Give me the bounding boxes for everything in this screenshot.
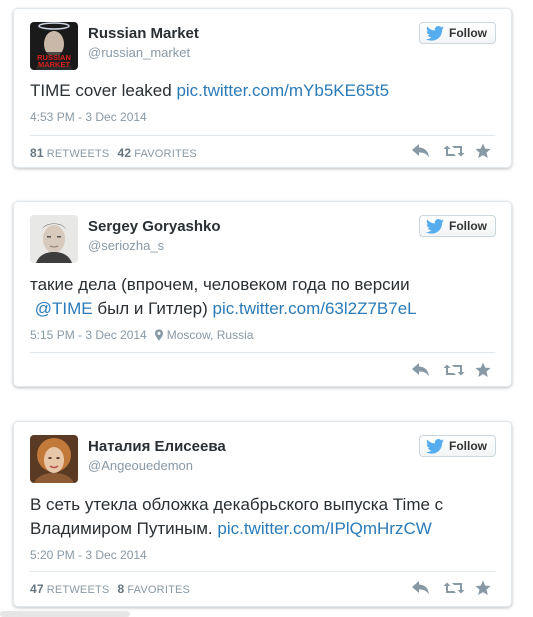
follow-label: Follow bbox=[449, 439, 487, 453]
follow-label: Follow bbox=[449, 26, 487, 40]
avatar-image bbox=[30, 215, 78, 263]
timestamp[interactable]: 5:15 PM - 3 Dec 2014 bbox=[30, 328, 147, 342]
reply-icon[interactable] bbox=[411, 580, 431, 596]
tweet-card: RUSSIAN MARKET Russian Market @russian_m… bbox=[13, 8, 512, 168]
avatar-image bbox=[30, 435, 78, 483]
favorites-label: FAVORITES bbox=[134, 148, 197, 160]
avatar[interactable] bbox=[30, 435, 78, 483]
reply-icon[interactable] bbox=[411, 143, 431, 159]
tweet-link[interactable]: pic.twitter.com/mYb5KE65t5 bbox=[176, 81, 389, 100]
tweet-text: TIME cover leaked pic.twitter.com/mYb5KE… bbox=[30, 79, 495, 103]
favorite-count: 8 bbox=[117, 582, 125, 596]
retweets-label: RETWEETS bbox=[46, 584, 110, 596]
user-handle[interactable]: @seriozha_s bbox=[88, 238, 164, 253]
timestamp[interactable]: 5:20 PM - 3 Dec 2014 bbox=[30, 548, 147, 562]
twitter-bird-icon bbox=[426, 219, 444, 234]
divider bbox=[30, 571, 495, 572]
tweet-stats: 81 RETWEETS 42 FAVORITES bbox=[30, 146, 197, 160]
tweet-text-plain: TIME cover leaked bbox=[30, 81, 177, 100]
tweet-text: В сеть утекла обложка декабрьского выпус… bbox=[30, 493, 495, 541]
mention-link[interactable]: @TIME bbox=[35, 299, 93, 318]
avatar[interactable] bbox=[30, 215, 78, 263]
avatar[interactable]: RUSSIAN MARKET bbox=[30, 22, 78, 70]
favorite-star-icon[interactable] bbox=[475, 143, 495, 159]
tweet-text-line: Владимиром Путиным. pic.twitter.com/IPlQ… bbox=[30, 517, 495, 541]
horizontal-scrollbar[interactable] bbox=[0, 611, 130, 617]
retweet-icon[interactable] bbox=[443, 580, 463, 596]
tweet-text: такие дела (впрочем, человеком года по в… bbox=[30, 273, 495, 321]
tweet-meta: 5:15 PM - 3 Dec 2014 Moscow, Russia bbox=[30, 328, 253, 342]
avatar-image: RUSSIAN MARKET bbox=[30, 22, 78, 70]
retweet-count: 47 bbox=[30, 582, 44, 596]
tweet-link[interactable]: pic.twitter.com/IPlQmHrzCW bbox=[217, 519, 431, 538]
twitter-bird-icon bbox=[426, 439, 444, 454]
retweet-count: 81 bbox=[30, 146, 44, 160]
divider bbox=[30, 352, 495, 353]
divider bbox=[30, 135, 495, 136]
location-pin-icon bbox=[155, 329, 163, 341]
retweets-label: RETWEETS bbox=[46, 148, 110, 160]
user-handle[interactable]: @russian_market bbox=[88, 45, 190, 60]
tweet-text-mid: был и Гитлер) bbox=[92, 299, 213, 318]
tweet-text-line: такие дела (впрочем, человеком года по в… bbox=[30, 275, 410, 294]
favorite-star-icon[interactable] bbox=[475, 362, 495, 378]
favorite-star-icon[interactable] bbox=[475, 580, 495, 596]
user-handle[interactable]: @Angeouedemon bbox=[88, 458, 193, 473]
svg-text:MARKET: MARKET bbox=[38, 60, 70, 69]
tweet-stats: 47 RETWEETS 8 FAVORITES bbox=[30, 582, 190, 596]
tweet-card: Sergey Goryashko @seriozha_s Follow таки… bbox=[13, 201, 512, 387]
retweet-icon[interactable] bbox=[443, 143, 463, 159]
favorites-label: FAVORITES bbox=[127, 584, 191, 596]
tweet-actions bbox=[411, 143, 495, 159]
reply-icon[interactable] bbox=[411, 362, 431, 378]
tweet-text-line: @TIME был и Гитлер) pic.twitter.com/63l2… bbox=[30, 297, 495, 321]
retweet-icon[interactable] bbox=[443, 362, 463, 378]
favorite-count: 42 bbox=[117, 146, 132, 160]
tweet-text-line: В сеть утекла обложка декабрьского выпус… bbox=[30, 495, 444, 514]
tweet-text-line2: Владимиром Путиным. bbox=[30, 519, 218, 538]
follow-label: Follow bbox=[449, 219, 487, 233]
tweet-meta: 5:20 PM - 3 Dec 2014 bbox=[30, 548, 147, 562]
tweet-actions bbox=[411, 362, 495, 378]
follow-button[interactable]: Follow bbox=[419, 435, 496, 457]
location-label: Moscow, Russia bbox=[166, 328, 254, 342]
display-name[interactable]: Sergey Goryashko bbox=[88, 218, 221, 235]
tweet-link[interactable]: pic.twitter.com/63l2Z7B7eL bbox=[213, 299, 417, 318]
twitter-bird-icon bbox=[426, 26, 444, 41]
display-name[interactable]: Наталия Елисеева bbox=[88, 438, 226, 455]
tweet-actions bbox=[411, 580, 495, 596]
follow-button[interactable]: Follow bbox=[419, 215, 496, 237]
tweet-meta: 4:53 PM - 3 Dec 2014 bbox=[30, 110, 147, 124]
timestamp[interactable]: 4:53 PM - 3 Dec 2014 bbox=[30, 110, 147, 124]
location[interactable]: Moscow, Russia bbox=[155, 328, 254, 342]
tweet-card: Наталия Елисеева @Angeouedemon Follow В … bbox=[13, 421, 512, 607]
follow-button[interactable]: Follow bbox=[419, 22, 496, 44]
display-name[interactable]: Russian Market bbox=[88, 25, 199, 42]
